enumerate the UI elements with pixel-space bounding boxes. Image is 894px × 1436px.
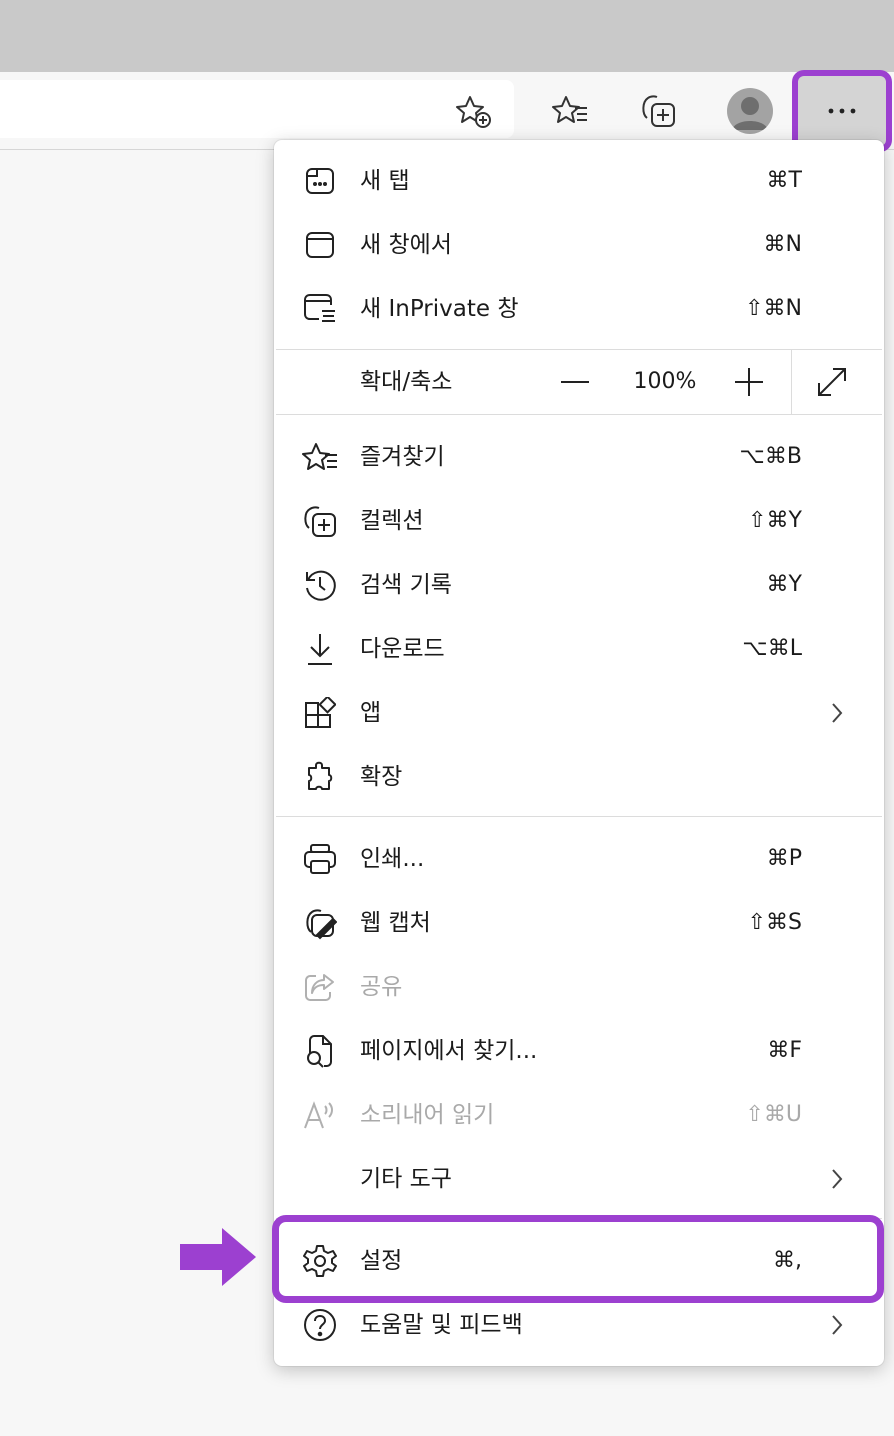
zoom-value: 100% <box>633 369 697 394</box>
menu-item-shortcut: ⇧⌘Y <box>748 508 802 533</box>
help-icon <box>302 1307 338 1343</box>
menu-item-extensions[interactable]: 확장 <box>274 745 884 809</box>
find-in-page-icon <box>302 1033 338 1069</box>
favorites-icon <box>302 439 338 475</box>
download-icon <box>302 631 338 667</box>
menu-item-label: 컬렉션 <box>360 508 424 534</box>
menu-item-history[interactable]: 검색 기록 ⌘Y <box>274 553 884 617</box>
extensions-icon <box>302 759 338 795</box>
menu-item-label: 확장 <box>360 764 403 790</box>
menu-item-share[interactable]: 공유 <box>274 955 884 1019</box>
menu-item-label: 새 InPrivate 창 <box>360 296 519 322</box>
address-bar[interactable] <box>0 80 514 138</box>
apps-icon <box>302 695 338 731</box>
share-icon <box>302 969 338 1005</box>
menu-item-shortcut: ⌘T <box>766 168 802 193</box>
zoom-divider <box>791 350 792 414</box>
menu-item-find-in-page[interactable]: 페이지에서 찾기... ⌘F <box>274 1019 884 1083</box>
menu-item-shortcut: ⌘Y <box>766 572 802 597</box>
inprivate-window-icon <box>302 291 338 327</box>
minus-icon[interactable] <box>558 367 592 397</box>
chevron-right-icon <box>830 1314 844 1336</box>
menu-separator <box>276 816 882 817</box>
menu-item-shortcut: ⌘F <box>767 1038 802 1063</box>
menu-item-apps[interactable]: 앱 <box>274 681 884 745</box>
menu-item-label: 인쇄... <box>360 846 425 872</box>
read-aloud-icon <box>302 1097 338 1133</box>
menu-item-label: 소리내어 읽기 <box>360 1102 495 1128</box>
menu-item-shortcut: ⇧⌘N <box>745 296 802 321</box>
menu-item-shortcut: ⇧⌘S <box>747 910 802 935</box>
menu-item-shortcut: ⇧⌘U <box>745 1102 802 1127</box>
menu-item-new-window[interactable]: 새 창에서 ⌘N <box>274 213 884 277</box>
menu-item-label: 웹 캡처 <box>360 910 431 936</box>
menu-item-downloads[interactable]: 다운로드 ⌥⌘L <box>274 617 884 681</box>
menu-item-shortcut: ⌥⌘L <box>742 636 802 661</box>
zoom-row: 확대/축소 100% <box>274 350 884 414</box>
menu-item-label: 새 탭 <box>360 168 410 194</box>
collections-icon <box>302 503 338 539</box>
settings-highlight-box <box>272 1215 884 1303</box>
menu-item-more-tools[interactable]: 기타 도구 <box>274 1147 884 1211</box>
fullscreen-icon[interactable] <box>814 364 850 400</box>
settings-menu: 새 탭 ⌘T 새 창에서 ⌘N 새 InPrivate 창 ⇧⌘N 확대/축소 … <box>274 140 884 1366</box>
menu-item-favorites[interactable]: 즐겨찾기 ⌥⌘B <box>274 425 884 489</box>
menu-item-label: 다운로드 <box>360 636 445 662</box>
tab-strip <box>0 0 894 72</box>
menu-item-read-aloud[interactable]: 소리내어 읽기 ⇧⌘U <box>274 1083 884 1147</box>
menu-item-new-inprivate-window[interactable]: 새 InPrivate 창 ⇧⌘N <box>274 277 884 341</box>
menu-item-label: 기타 도구 <box>360 1166 452 1192</box>
menu-item-label: 즐겨찾기 <box>360 444 445 470</box>
menu-item-label: 새 창에서 <box>360 232 452 258</box>
menu-item-collections[interactable]: 컬렉션 ⇧⌘Y <box>274 489 884 553</box>
zoom-label: 확대/축소 <box>360 369 453 395</box>
new-window-icon <box>302 227 338 263</box>
menu-item-print[interactable]: 인쇄... ⌘P <box>274 827 884 891</box>
print-icon <box>302 841 338 877</box>
right-arrow-icon <box>178 1226 258 1288</box>
history-icon <box>302 567 338 603</box>
star-add-icon[interactable] <box>455 94 495 130</box>
plus-icon[interactable] <box>732 367 766 397</box>
menu-item-label: 페이지에서 찾기... <box>360 1038 538 1064</box>
menu-item-label: 앱 <box>360 700 382 726</box>
menu-item-label: 검색 기록 <box>360 572 452 598</box>
menu-item-shortcut: ⌘P <box>766 846 802 871</box>
favorites-icon[interactable] <box>551 94 591 130</box>
web-capture-icon <box>302 905 338 941</box>
ellipsis-icon <box>828 108 856 114</box>
new-tab-icon <box>302 163 338 199</box>
menu-item-new-tab[interactable]: 새 탭 ⌘T <box>274 149 884 213</box>
menu-item-shortcut: ⌘N <box>763 232 802 257</box>
menu-item-label: 공유 <box>360 974 403 1000</box>
menu-separator <box>276 414 882 415</box>
chevron-right-icon <box>830 702 844 724</box>
avatar[interactable] <box>727 88 773 134</box>
menu-item-web-capture[interactable]: 웹 캡처 ⇧⌘S <box>274 891 884 955</box>
chevron-right-icon <box>830 1168 844 1190</box>
menu-item-shortcut: ⌥⌘B <box>739 444 802 469</box>
collections-icon[interactable] <box>639 92 679 130</box>
